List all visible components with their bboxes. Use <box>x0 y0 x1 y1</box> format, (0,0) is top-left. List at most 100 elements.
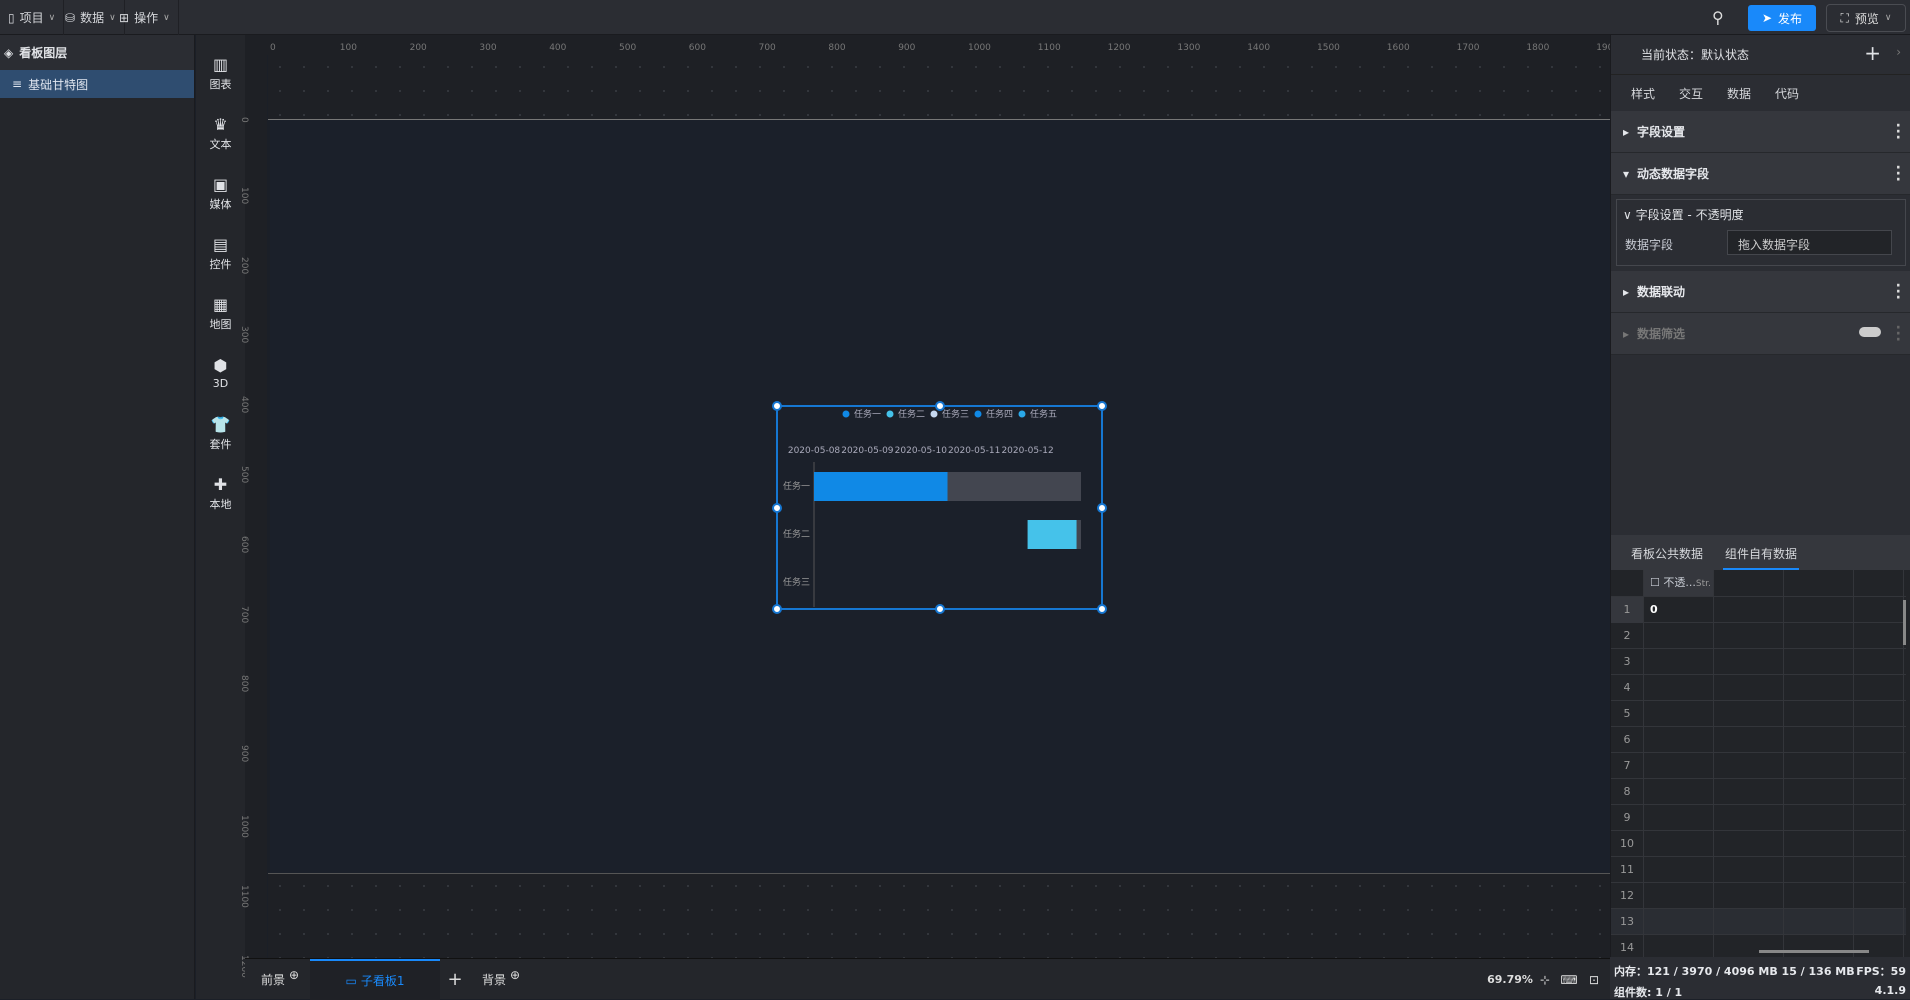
table-cell[interactable] <box>1854 753 1904 779</box>
table-cell[interactable] <box>1644 909 1714 935</box>
table-cell[interactable] <box>1714 701 1784 727</box>
table-cell[interactable] <box>1714 831 1784 857</box>
table-cell[interactable] <box>1784 857 1854 883</box>
tab-foreground[interactable]: 前景 ⊕ <box>250 959 310 1000</box>
table-cell[interactable] <box>1714 727 1784 753</box>
table-cell[interactable] <box>1644 727 1714 753</box>
table-cell[interactable] <box>1854 779 1904 805</box>
resize-handle[interactable] <box>772 401 782 411</box>
data-field-input[interactable]: 拖入数据字段 <box>1727 230 1892 255</box>
table-cell[interactable] <box>1854 857 1904 883</box>
tool-control[interactable]: ▤ 控件 <box>196 223 245 283</box>
chevron-right-icon[interactable]: › <box>1896 45 1901 59</box>
add-circle-icon[interactable]: ⊕ <box>289 968 299 982</box>
table-cell[interactable] <box>1644 805 1714 831</box>
tool-puzzle[interactable]: ✚ 本地 <box>196 463 245 523</box>
terminal-icon[interactable]: ⊡ <box>1583 959 1605 1000</box>
table-cell[interactable] <box>1644 857 1714 883</box>
tab-background[interactable]: 背景 ⊕ <box>471 959 531 1000</box>
tab-code[interactable]: 代码 <box>1773 75 1801 114</box>
section-field-settings[interactable]: ▸ 字段设置 · · · <box>1611 111 1910 153</box>
table-cell[interactable] <box>1714 909 1784 935</box>
table-cell[interactable] <box>1784 597 1854 623</box>
tool-cube[interactable]: ⬢ 3D <box>196 343 245 403</box>
table-cell[interactable] <box>1714 675 1784 701</box>
section-data-filter[interactable]: ▸ 数据筛选 · · · <box>1611 313 1910 355</box>
table-cell[interactable] <box>1854 883 1904 909</box>
table-cell[interactable] <box>1784 883 1854 909</box>
tab-interaction[interactable]: 交互 <box>1677 75 1705 114</box>
preview-button[interactable]: ⛶ 预览 ∨ <box>1826 4 1906 32</box>
resize-handle[interactable] <box>772 503 782 513</box>
table-cell[interactable] <box>1854 831 1904 857</box>
table-cell[interactable] <box>1644 623 1714 649</box>
table-cell[interactable] <box>1644 831 1714 857</box>
table-cell[interactable] <box>1784 649 1854 675</box>
table-cell[interactable] <box>1784 909 1854 935</box>
keyboard-icon[interactable]: ⌨ <box>1558 959 1580 1000</box>
table-cell[interactable] <box>1854 675 1904 701</box>
add-board-button[interactable]: + <box>440 959 470 1000</box>
table-cell[interactable] <box>1784 675 1854 701</box>
table-cell[interactable] <box>1854 701 1904 727</box>
table-cell[interactable] <box>1714 779 1784 805</box>
section-dynamic-fields[interactable]: ▾ 动态数据字段 · · · <box>1611 153 1910 195</box>
table-cell[interactable] <box>1714 883 1784 909</box>
add-state-icon[interactable]: + <box>1864 41 1881 65</box>
fit-screen-icon[interactable]: ⊹ <box>1535 959 1555 1000</box>
table-cell[interactable] <box>1644 753 1714 779</box>
tab-style[interactable]: 样式 <box>1629 75 1657 114</box>
resize-handle[interactable] <box>1097 401 1107 411</box>
tool-suite[interactable]: 👕 套件 <box>196 403 245 463</box>
table-cell[interactable] <box>1714 753 1784 779</box>
table-cell[interactable] <box>1714 623 1784 649</box>
tab-subboard[interactable]: ▭ 子看板1 <box>310 959 440 1000</box>
tool-chart[interactable]: ▥ 图表 <box>196 43 245 103</box>
menu-operation[interactable]: ⊞ 操作 ∨ <box>111 0 179 35</box>
selection-box[interactable] <box>772 401 1107 614</box>
more-icon[interactable]: · · · <box>1896 161 1901 187</box>
more-icon[interactable]: · · · <box>1896 119 1901 145</box>
table-cell[interactable] <box>1784 805 1854 831</box>
table-cell[interactable] <box>1854 909 1904 935</box>
more-icon[interactable]: · · · <box>1896 321 1901 347</box>
table-cell[interactable] <box>1784 831 1854 857</box>
table-cell[interactable] <box>1854 727 1904 753</box>
table-cell[interactable] <box>1784 727 1854 753</box>
table-cell[interactable] <box>1854 623 1904 649</box>
resize-handle[interactable] <box>935 401 945 411</box>
add-circle-icon[interactable]: ⊕ <box>510 968 520 982</box>
resize-handle[interactable] <box>772 604 782 614</box>
table-cell[interactable]: 0 <box>1644 597 1714 623</box>
layer-item-gantt[interactable]: ≡ 基础甘特图 <box>0 70 194 98</box>
column-header[interactable]: ☐ 不透...Str. <box>1644 570 1714 596</box>
resize-handle[interactable] <box>1097 604 1107 614</box>
tool-map[interactable]: ▦ 地图 <box>196 283 245 343</box>
tool-media[interactable]: ▣ 媒体 <box>196 163 245 223</box>
menu-project[interactable]: ▯ 项目 ∨ <box>0 0 65 35</box>
tab-own-data[interactable]: 组件自有数据 <box>1723 535 1800 570</box>
tab-public-data[interactable]: 看板公共数据 <box>1629 535 1705 570</box>
tool-text[interactable]: ♛ 文本 <box>196 103 245 163</box>
section-data-linkage[interactable]: ▸ 数据联动 · · · <box>1611 271 1910 313</box>
horizontal-scrollbar[interactable] <box>1759 950 1869 953</box>
table-cell[interactable] <box>1644 883 1714 909</box>
table-cell[interactable] <box>1644 779 1714 805</box>
table-cell[interactable] <box>1714 857 1784 883</box>
vertical-scrollbar[interactable] <box>1903 600 1906 645</box>
table-cell[interactable] <box>1854 597 1904 623</box>
subpanel-title[interactable]: ∨ 字段设置 - 不透明度 <box>1617 200 1905 229</box>
filter-toggle[interactable] <box>1859 327 1881 337</box>
table-cell[interactable] <box>1784 623 1854 649</box>
table-cell[interactable] <box>1784 701 1854 727</box>
table-cell[interactable] <box>1714 597 1784 623</box>
tab-data[interactable]: 数据 <box>1725 75 1754 114</box>
checkbox-icon[interactable]: ☐ <box>1650 576 1663 589</box>
table-cell[interactable] <box>1644 675 1714 701</box>
table-cell[interactable] <box>1714 805 1784 831</box>
vertical-ruler[interactable]: 0 100 200 300 400 500 600 700 800 900 1000 1100 1200 <box>239 35 267 978</box>
horizontal-ruler[interactable]: 0 100 200 300 400 500 600 700 800 900 1000 1100 1200… <box>245 35 1619 55</box>
table-cell[interactable] <box>1854 805 1904 831</box>
search-icon[interactable]: ⚲ <box>1712 8 1724 27</box>
table-cell[interactable] <box>1784 753 1854 779</box>
